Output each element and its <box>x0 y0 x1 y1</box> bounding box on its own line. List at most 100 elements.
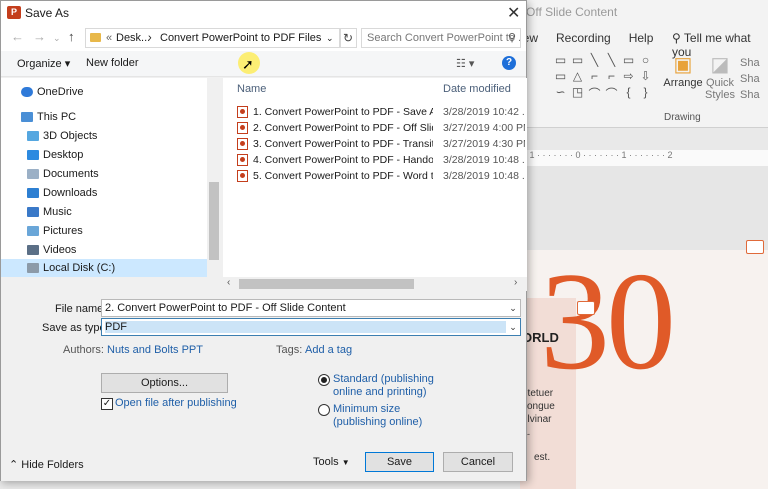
quick-styles-button[interactable]: ◪ Quick Styles <box>702 52 738 101</box>
drawing-group-label: Drawing <box>664 112 701 123</box>
save-as-dialog: P Save As ✕ ← → ⌄ ↑ « Desk... › Convert … <box>0 0 527 481</box>
save-as-type-label: Save as type: <box>42 322 109 334</box>
file-row[interactable]: 4. Convert PowerPoint to PDF - Handouts 3… <box>237 152 525 168</box>
pdf-file-icon <box>237 154 248 166</box>
hide-folders-button[interactable]: ⌃ Hide Folders <box>9 458 84 471</box>
oval-icon[interactable]: ○ <box>637 53 654 69</box>
arrange-icon: ▣ <box>673 54 693 76</box>
arrange-button[interactable]: ▣ Arrange <box>663 52 703 89</box>
sidebar-item-pictures[interactable]: Pictures <box>27 222 83 240</box>
up-arrow-icon[interactable]: ↑ <box>68 29 75 44</box>
disk-icon <box>27 263 39 273</box>
file-row[interactable]: 5. Convert PowerPoint to PDF - Word to .… <box>237 168 525 184</box>
brace-icon[interactable]: } <box>637 85 654 101</box>
options-button[interactable]: Options... <box>101 373 228 393</box>
search-input[interactable]: Search Convert PowerPoint to ... ⚲ <box>361 28 521 48</box>
column-header-name[interactable]: Name <box>237 83 266 95</box>
scroll-left-icon[interactable]: ‹ <box>227 277 230 288</box>
scroll-right-icon[interactable]: › <box>514 277 517 288</box>
search-icon: ⚲ <box>507 32 516 44</box>
tab-help[interactable]: Help <box>629 31 654 45</box>
textbox-icon[interactable]: ▭ <box>569 53 586 69</box>
radio-minimum-size[interactable] <box>318 404 330 416</box>
back-arrow-icon[interactable]: ← <box>11 29 24 44</box>
open-after-publishing-checkbox[interactable]: ✓ <box>101 398 113 410</box>
scrollbar-thumb[interactable] <box>239 279 414 289</box>
address-bar[interactable]: « Desk... › Convert PowerPoint to PDF Fi… <box>85 28 341 48</box>
file-row[interactable]: 1. Convert PowerPoint to PDF - Save As .… <box>237 104 525 120</box>
chevron-down-icon[interactable]: ⌄ <box>53 33 61 44</box>
tags-input[interactable]: Add a tag <box>305 344 352 356</box>
radio-standard[interactable] <box>318 374 330 386</box>
tab-recording[interactable]: Recording <box>556 31 611 45</box>
radio-minimum-label-2: (publishing online) <box>333 416 423 428</box>
freeform-icon[interactable]: ∽ <box>552 85 569 101</box>
authors-label: Authors: <box>63 344 104 356</box>
breadcrumb-folder[interactable]: Convert PowerPoint to PDF Files <box>160 32 321 44</box>
sidebar-item-music[interactable]: Music <box>27 203 72 221</box>
rectangle-icon[interactable]: ▭ <box>552 69 569 85</box>
line-icon[interactable]: ╲ <box>603 53 620 69</box>
refresh-icon[interactable]: ↻ <box>339 28 357 48</box>
comment-icon[interactable] <box>577 301 595 315</box>
curve-icon[interactable]: ⌒ <box>586 85 603 101</box>
chevron-down-icon[interactable]: ⌄ <box>326 33 334 44</box>
radio-minimum-label: Minimum size <box>333 403 401 415</box>
file-row[interactable]: 2. Convert PowerPoint to PDF - Off Slide… <box>237 120 525 136</box>
radio-standard-label: Standard (publishing <box>333 373 434 385</box>
new-folder-button[interactable]: New folder <box>86 57 139 69</box>
sidebar-item-onedrive[interactable]: OneDrive <box>21 83 83 101</box>
line-icon[interactable]: ╲ <box>586 53 603 69</box>
sidebar-item-this-pc[interactable]: This PC <box>21 108 76 126</box>
organize-button[interactable]: Organize ▾ <box>17 57 70 70</box>
pointer-icon: ➚ <box>242 56 254 72</box>
arrow-down-icon[interactable]: ⇩ <box>637 69 654 85</box>
file-list-scrollbar[interactable]: ‹ › <box>223 277 527 291</box>
callout-icon[interactable]: ◳ <box>569 85 586 101</box>
connector-icon[interactable]: ⌐ <box>586 69 603 85</box>
connector-icon[interactable]: ⌐ <box>603 69 620 85</box>
sidebar-item-desktop[interactable]: Desktop <box>27 146 83 164</box>
chevron-down-icon[interactable]: ⌄ <box>506 319 520 335</box>
nav-scrollbar[interactable] <box>207 78 221 277</box>
cancel-button[interactable]: Cancel <box>443 452 513 472</box>
breadcrumb-desktop[interactable]: Desk... <box>116 32 150 44</box>
music-icon <box>27 207 39 217</box>
slide-heading: ORLD <box>522 330 559 345</box>
save-button[interactable]: Save <box>365 452 434 472</box>
sidebar-item-local-disk[interactable]: Local Disk (C:) <box>1 259 207 277</box>
file-row[interactable]: 3. Convert PowerPoint to PDF - Transitio… <box>237 136 525 152</box>
shape-format-buttons[interactable]: Sha Sha Sha <box>740 55 760 103</box>
sidebar-item-documents[interactable]: Documents <box>27 165 99 183</box>
comment-icon[interactable] <box>746 240 764 254</box>
chevron-down-icon[interactable]: ⌄ <box>506 300 520 316</box>
computer-icon <box>21 112 33 122</box>
pdf-file-icon <box>237 138 248 150</box>
triangle-icon[interactable]: △ <box>569 69 586 85</box>
file-name-label: File name: <box>55 303 107 315</box>
sidebar-item-3d-objects[interactable]: 3D Objects <box>27 127 97 145</box>
help-icon[interactable]: ? <box>502 56 516 70</box>
rectangle-icon[interactable]: ▭ <box>620 53 637 69</box>
close-icon[interactable]: ✕ <box>507 3 520 23</box>
save-as-type-select[interactable]: PDF ⌄ <box>101 318 521 336</box>
file-name-field[interactable]: 2. Convert PowerPoint to PDF - Off Slide… <box>101 299 521 317</box>
column-header-date[interactable]: Date modified <box>443 83 511 95</box>
view-options-icon[interactable]: ☷ ▾ <box>456 57 474 70</box>
sidebar-item-downloads[interactable]: Downloads <box>27 184 97 202</box>
shapes-gallery[interactable]: ▭ ▭ ╲ ╲ ▭ ○ ▭ △ ⌐ ⌐ ⇨ ⇩ ∽ ◳ ⌒ ⌒{} <box>552 53 662 103</box>
cloud-icon <box>21 87 33 97</box>
textbox-icon[interactable]: ▭ <box>552 53 569 69</box>
forward-arrow-icon[interactable]: → <box>33 29 46 44</box>
sidebar-item-videos[interactable]: Videos <box>27 241 76 259</box>
ribbon-tabs: iew Recording Help <box>520 31 671 45</box>
scrollbar-thumb[interactable] <box>209 182 219 260</box>
brace-icon[interactable]: { <box>620 85 637 101</box>
authors-value[interactable]: Nuts and Bolts PPT <box>107 344 203 356</box>
ruler: 1 · · · · · · · 0 · · · · · · · 1 · · · … <box>527 150 768 166</box>
lightbulb-icon: ⚲ <box>672 31 684 45</box>
file-list: Name Date modified 1. Convert PowerPoint… <box>223 78 527 277</box>
curve-icon[interactable]: ⌒ <box>603 85 620 101</box>
arrow-right-icon[interactable]: ⇨ <box>620 69 637 85</box>
tools-button[interactable]: Tools ▼ <box>313 456 350 468</box>
